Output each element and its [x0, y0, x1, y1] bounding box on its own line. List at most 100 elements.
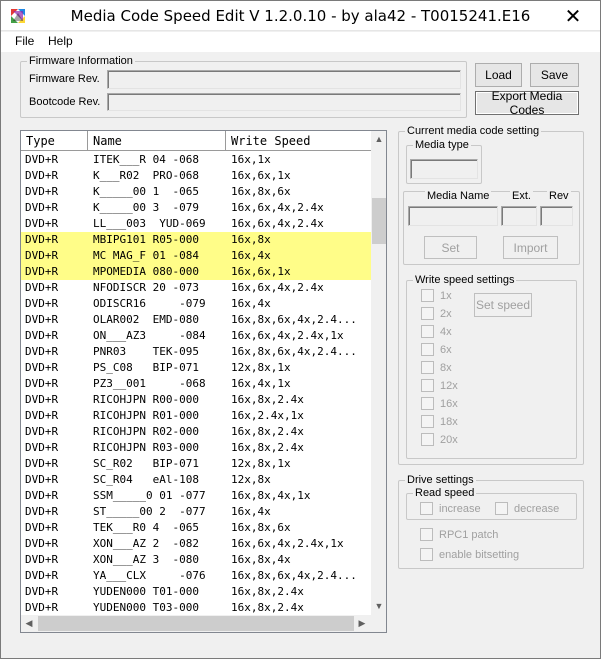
bootcode-rev-field[interactable] — [107, 93, 461, 111]
speed-checkbox-6x[interactable]: 6x — [421, 343, 452, 356]
table-row[interactable]: DVD+R MPOMEDIA 080-000 16x,6x,1x — [21, 264, 371, 280]
speed-checkbox-1x[interactable]: 1x — [421, 289, 452, 302]
cell-write-speed: 16x,6x,4x,2.4x,1x — [231, 537, 344, 550]
table-row[interactable]: DVD+R TEK___R0 4 -065 16x,8x,6x — [21, 520, 371, 536]
scroll-left-arrow-icon[interactable]: ◀ — [21, 615, 37, 632]
horizontal-scroll-thumb[interactable] — [38, 616, 354, 631]
table-row[interactable]: DVD+R YA___CLX -076 16x,8x,6x,4x,2.4... — [21, 568, 371, 584]
cell-name: LL___003 YUD-069 — [93, 217, 206, 230]
firmware-rev-field[interactable] — [107, 70, 461, 89]
table-row[interactable]: DVD+R SSM_____0 01 -077 16x,8x,4x,1x — [21, 488, 371, 504]
table-row[interactable]: DVD+R PZ3__001 -068 16x,4x,1x — [21, 376, 371, 392]
table-row[interactable]: DVD+R SC_R04 eAl-108 12x,8x — [21, 472, 371, 488]
increase-checkbox[interactable]: increase — [420, 502, 481, 515]
checkbox-box — [421, 325, 434, 338]
table-row[interactable]: DVD+R MBIPG101 R05-000 16x,8x — [21, 232, 371, 248]
table-row[interactable]: DVD+R RICOHJPN R01-000 16x,2.4x,1x — [21, 408, 371, 424]
table-row[interactable]: DVD+R K_____00 1 -065 16x,8x,6x — [21, 184, 371, 200]
speed-checkbox-16x[interactable]: 16x — [421, 397, 458, 410]
table-row[interactable]: DVD+R XON___AZ 2 -082 16x,6x,4x,2.4x,1x — [21, 536, 371, 552]
checkbox-box — [420, 502, 433, 515]
speed-checkbox-8x[interactable]: 8x — [421, 361, 452, 374]
table-row[interactable]: DVD+R ST_____00 2 -077 16x,4x — [21, 504, 371, 520]
cell-type: DVD+R — [25, 345, 59, 358]
table-row[interactable]: DVD+R K___R02 PRO-068 16x,6x,1x — [21, 168, 371, 184]
vertical-scroll-thumb[interactable] — [372, 198, 386, 244]
speed-checkbox-2x[interactable]: 2x — [421, 307, 452, 320]
cell-type: DVD+R — [25, 505, 59, 518]
cell-write-speed: 16x,8x,6x,4x,2.4... — [231, 313, 357, 326]
column-header-write-speed[interactable]: Write Speed — [226, 131, 371, 151]
table-row[interactable]: DVD+R MC MAG_F 01 -084 16x,4x — [21, 248, 371, 264]
cell-name: SC_R02 BIP-071 — [93, 457, 199, 470]
table-row[interactable]: DVD+R ODISCR16 -079 16x,4x — [21, 296, 371, 312]
export-media-codes-button[interactable]: Export Media Codes — [475, 89, 579, 117]
cell-write-speed: 16x,8x,6x,4x,2.4... — [231, 569, 357, 582]
table-row[interactable]: DVD+R PNR03 TEK-095 16x,8x,6x,4x,2.4... — [21, 344, 371, 360]
table-row[interactable]: DVD+R ON___AZ3 -084 16x,6x,4x,2.4x,1x — [21, 328, 371, 344]
set-speed-button[interactable]: Set speed — [474, 293, 532, 317]
table-row[interactable]: DVD+R YUDEN000 T01-000 16x,8x,2.4x — [21, 584, 371, 600]
rev-field[interactable] — [540, 206, 573, 226]
cell-name: RICOHJPN R03-000 — [93, 441, 199, 454]
media-name-field[interactable] — [408, 206, 498, 226]
checkbox-box — [421, 361, 434, 374]
scroll-right-arrow-icon[interactable]: ▶ — [354, 615, 370, 632]
cell-write-speed: 16x,8x,2.4x — [231, 585, 304, 598]
cell-name: MBIPG101 R05-000 — [93, 233, 199, 246]
table-row[interactable]: DVD+R SC_R02 BIP-071 12x,8x,1x — [21, 456, 371, 472]
cell-type: DVD+R — [25, 425, 59, 438]
scroll-down-arrow-icon[interactable]: ▼ — [371, 598, 386, 615]
close-icon[interactable]: ✕ — [556, 3, 590, 29]
speed-checkbox-12x[interactable]: 12x — [421, 379, 458, 392]
cell-type: DVD+R — [25, 553, 59, 566]
table-row[interactable]: DVD+R ITEK___R 04 -068 16x,1x — [21, 152, 371, 168]
cell-type: DVD+R — [25, 521, 59, 534]
table-row[interactable]: DVD+R RICOHJPN R00-000 16x,8x,2.4x — [21, 392, 371, 408]
cell-name: NFODISCR 20 -073 — [93, 281, 199, 294]
ext-field[interactable] — [501, 206, 537, 226]
table-row[interactable]: DVD+R RICOHJPN R02-000 16x,8x,2.4x — [21, 424, 371, 440]
cell-type: DVD+R — [25, 249, 59, 262]
table-row[interactable]: DVD+R K_____00 3 -079 16x,6x,4x,2.4x — [21, 200, 371, 216]
cell-type: DVD+R — [25, 217, 59, 230]
speed-checkbox-20x[interactable]: 20x — [421, 433, 458, 446]
table-row[interactable]: DVD+R RICOHJPN R03-000 16x,8x,2.4x — [21, 440, 371, 456]
enable-bitsetting-checkbox[interactable]: enable bitsetting — [420, 548, 519, 561]
speed-checkbox-18x[interactable]: 18x — [421, 415, 458, 428]
column-header-name[interactable]: Name — [88, 131, 226, 151]
menu-file[interactable]: File — [15, 34, 34, 48]
horizontal-scrollbar[interactable]: ◀ ▶ — [21, 615, 371, 632]
column-header-type[interactable]: Type — [21, 131, 88, 151]
import-button[interactable]: Import — [503, 236, 558, 259]
cell-write-speed: 16x,6x,4x,2.4x — [231, 281, 324, 294]
rpc1-patch-checkbox[interactable]: RPC1 patch — [420, 528, 498, 541]
title-bar[interactable]: Media Code Speed Edit V 1.2.0.10 - by al… — [1, 1, 600, 31]
cell-type: DVD+R — [25, 585, 59, 598]
speed-label: 16x — [440, 397, 458, 410]
speed-label: 12x — [440, 379, 458, 392]
list-rows: DVD+R ITEK___R 04 -068 16x,1x DVD+R K___R02 … — [21, 152, 371, 616]
load-button[interactable]: Load — [475, 63, 522, 87]
table-row[interactable]: DVD+R PS_C08 BIP-071 12x,8x,1x — [21, 360, 371, 376]
cell-write-speed: 16x,4x — [231, 297, 271, 310]
cell-write-speed: 12x,8x,1x — [231, 457, 291, 470]
cell-name: PNR03 TEK-095 — [93, 345, 199, 358]
save-button[interactable]: Save — [530, 63, 579, 87]
cell-type: DVD+R — [25, 457, 59, 470]
scrollbar-corner — [371, 615, 386, 632]
decrease-checkbox[interactable]: decrease — [495, 502, 559, 515]
table-row[interactable]: DVD+R LL___003 YUD-069 16x,6x,4x,2.4x — [21, 216, 371, 232]
table-row[interactable]: DVD+R NFODISCR 20 -073 16x,6x,4x,2.4x — [21, 280, 371, 296]
table-row[interactable]: DVD+R YUDEN000 T03-000 16x,8x,2.4x — [21, 600, 371, 616]
menu-help[interactable]: Help — [48, 34, 73, 48]
table-row[interactable]: DVD+R OLAR002 EMD-080 16x,8x,6x,4x,2.4... — [21, 312, 371, 328]
vertical-scrollbar[interactable]: ▲ ▼ — [371, 131, 386, 615]
media-type-field[interactable] — [410, 159, 478, 179]
table-row[interactable]: DVD+R XON___AZ 3 -080 16x,8x,4x — [21, 552, 371, 568]
scroll-up-arrow-icon[interactable]: ▲ — [371, 131, 386, 148]
speed-checkbox-4x[interactable]: 4x — [421, 325, 452, 338]
media-code-list[interactable]: Type Name Write Speed DVD+R ITEK___R 04 -… — [20, 130, 387, 633]
set-button[interactable]: Set — [424, 236, 477, 259]
cell-name: RICOHJPN R02-000 — [93, 425, 199, 438]
